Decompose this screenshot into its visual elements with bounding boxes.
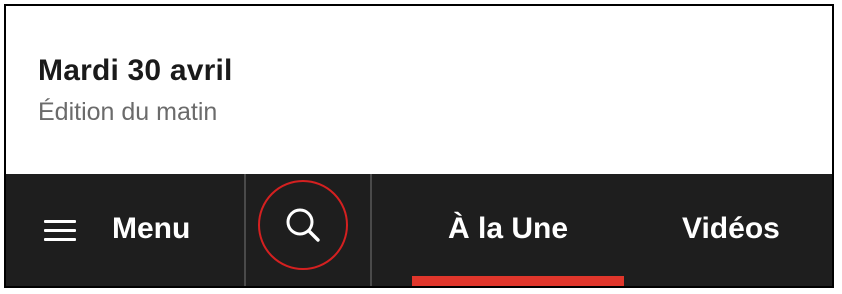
tab-a-la-une[interactable]: À la Une bbox=[412, 174, 624, 286]
edition-date: Mardi 30 avril bbox=[38, 54, 233, 87]
edition-header: Mardi 30 avril Édition du matin bbox=[6, 6, 832, 174]
hamburger-icon bbox=[44, 220, 76, 242]
navigation-bar: Menu À la Une Vidéos bbox=[6, 174, 832, 286]
app-frame: Mardi 30 avril Édition du matin Menu À l… bbox=[4, 4, 834, 288]
nav-divider bbox=[370, 174, 372, 286]
search-icon bbox=[286, 208, 320, 242]
menu-button[interactable]: Menu bbox=[6, 174, 244, 286]
tab-videos[interactable]: Vidéos bbox=[656, 174, 832, 286]
search-button[interactable] bbox=[246, 174, 370, 286]
active-tab-indicator bbox=[412, 276, 624, 286]
tab-label: À la Une bbox=[448, 212, 569, 245]
edition-name: Édition du matin bbox=[38, 98, 218, 126]
tab-label: Vidéos bbox=[682, 212, 780, 245]
menu-label: Menu bbox=[112, 212, 191, 245]
